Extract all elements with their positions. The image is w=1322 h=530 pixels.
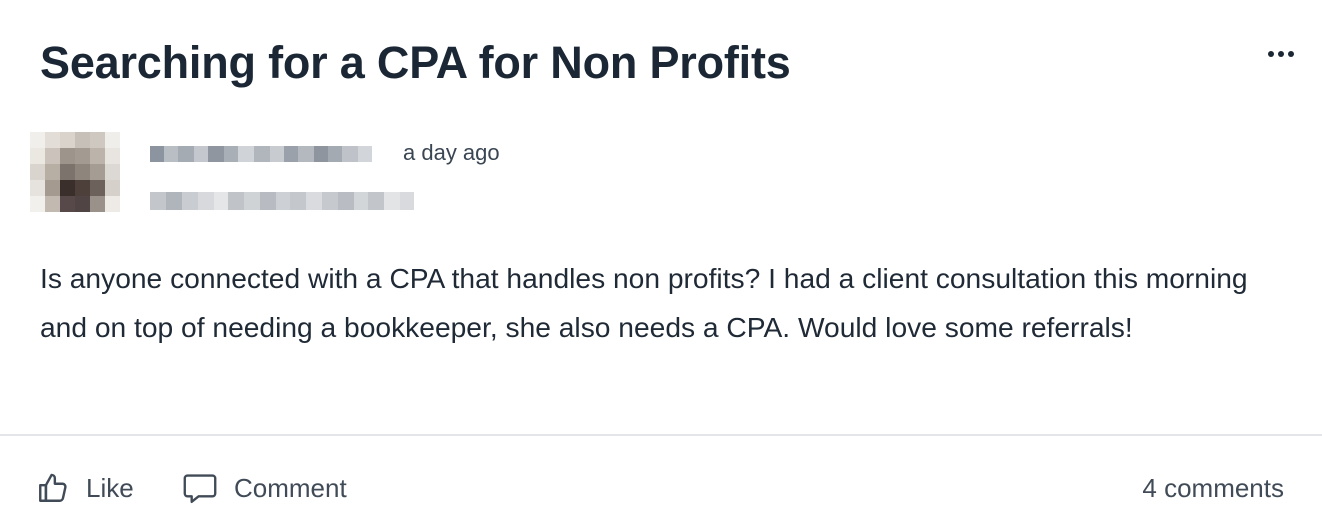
post-card: Searching for a CPA for Non Profits a da… [0, 0, 1322, 530]
comment-label: Comment [234, 472, 347, 503]
like-button[interactable]: Like [36, 468, 134, 508]
author-name-redacted[interactable] [150, 146, 372, 162]
more-options-button[interactable] [1260, 38, 1302, 70]
author-subtitle-redacted [150, 192, 420, 210]
speech-bubble-icon [183, 474, 217, 504]
more-horizontal-icon [1268, 51, 1274, 57]
post-timestamp: a day ago [403, 140, 500, 165]
post-title: Searching for a CPA for Non Profits [40, 37, 791, 88]
comment-button[interactable]: Comment [182, 468, 347, 508]
divider [0, 434, 1322, 436]
thumbs-up-icon [39, 473, 67, 502]
like-label: Like [86, 472, 134, 503]
comment-count-link[interactable]: 4 comments [1142, 468, 1284, 508]
avatar[interactable] [30, 132, 120, 212]
post-body: Is anyone connected with a CPA that hand… [40, 262, 1248, 343]
